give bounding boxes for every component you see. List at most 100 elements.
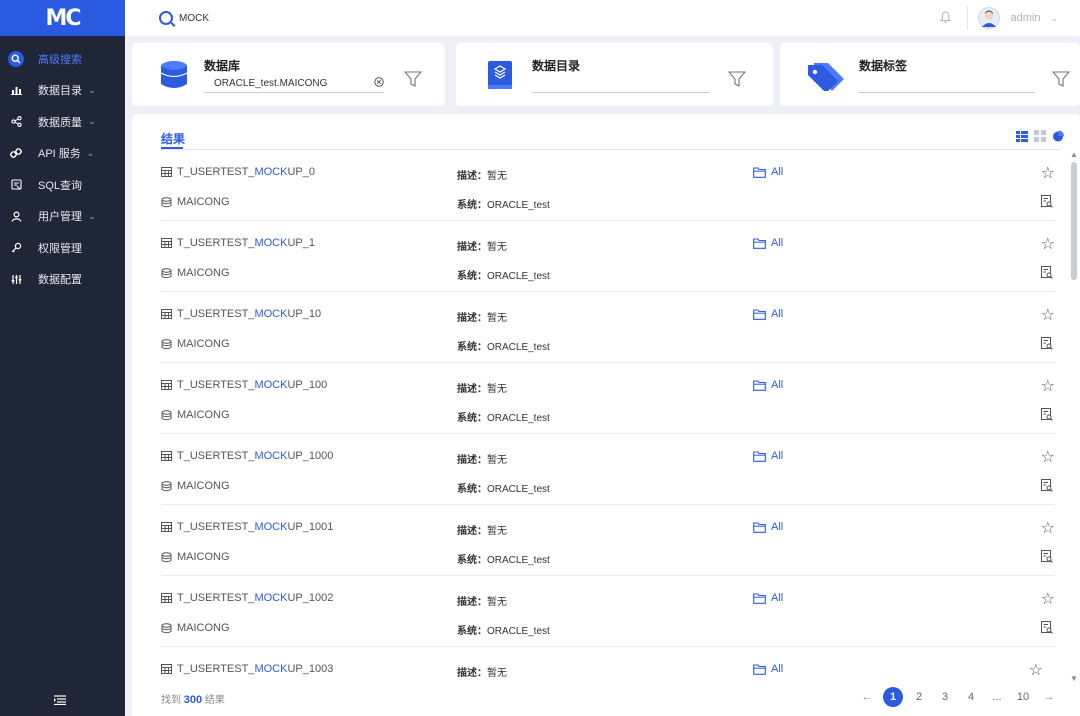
results-scrollbar[interactable]: ▲ ▼ [1070,150,1078,683]
list-view-icon[interactable] [1016,130,1028,142]
view-details-icon[interactable] [1041,195,1053,208]
page-ellipsis[interactable]: ... [984,691,1010,703]
sidebar-item-permission-management[interactable]: 权限管理 [0,232,125,264]
scroll-down-icon[interactable]: ▼ [1070,674,1078,683]
table-name-link[interactable]: T_USERTEST_ MOCK UP_10 [161,308,321,320]
catalog-link[interactable]: All [753,663,783,675]
sidebar-item-advanced-search[interactable]: 高级搜索 [0,43,125,75]
catalog-link[interactable]: All [753,166,783,178]
next-page-button[interactable]: → [1036,691,1062,703]
database-label: MAICONG [177,551,230,563]
catalog-link[interactable]: All [753,237,783,249]
table-name-link[interactable]: T_USERTEST_ MOCK UP_1 [161,237,315,249]
table-name-suffix: UP_0 [287,166,315,178]
menu-collapse-icon[interactable] [54,692,66,708]
chevron-down-icon[interactable]: ⌄ [1050,13,1058,24]
catalog-link[interactable]: All [753,592,783,604]
sidebar-item-data-config[interactable]: 数据配置 [0,264,125,296]
list-item[interactable]: T_USERTEST_ MOCK UP_10 MAICONG 描述：暂无 系统：OR… [161,292,1055,363]
database-label: MAICONG [177,338,230,350]
sidebar-item-user-management[interactable]: 用户管理 ⌄ [0,201,125,233]
sidebar-item-label: 权限管理 [38,242,82,255]
tab-results[interactable]: 结果 [161,130,185,147]
catalog-link[interactable]: All [753,521,783,533]
sidebar-item-data-quality[interactable]: 数据质量 ⌄ [0,106,125,138]
app-logo[interactable]: MC [0,0,125,36]
description: 描述：暂无 [457,238,507,253]
star-icon[interactable]: ☆ [1041,234,1055,254]
link-icon [8,145,24,161]
table-name-link[interactable]: T_USERTEST_ MOCK UP_100 [161,379,327,391]
page-button[interactable]: 4 [958,691,984,703]
table-icon [161,309,172,319]
system: 系统：ORACLE_test [457,338,550,353]
catalog-filter-input[interactable] [532,75,710,93]
table-icon [161,593,172,603]
sidebar-item-api-service[interactable]: API 服务 ⌄ [0,138,125,170]
list-item[interactable]: T_USERTEST_ MOCK UP_1003 描述：暂无 All ☆ [161,647,1055,683]
filter-funnel-icon[interactable] [1052,70,1070,88]
list-item[interactable]: T_USERTEST_ MOCK UP_100 MAICONG 描述：暂无 系统：O… [161,363,1055,434]
system-value: ORACLE_test [487,555,550,566]
view-details-icon[interactable] [1041,408,1053,421]
avatar[interactable] [978,7,1001,29]
username[interactable]: admin [1010,12,1040,24]
catalog-label: All [771,592,784,604]
view-details-icon[interactable] [1041,337,1053,350]
table-name-highlight: MOCK [254,450,288,462]
page-button[interactable]: 2 [906,691,932,703]
star-icon[interactable]: ☆ [1041,447,1055,467]
sidebar-item-data-catalog[interactable]: 数据目录 ⌄ [0,75,125,107]
database-name: MAICONG [161,338,230,350]
tags-filter-input[interactable] [858,75,1034,93]
list-item[interactable]: T_USERTEST_ MOCK UP_1 MAICONG 描述：暂无 系统：ORA… [161,221,1055,292]
table-name-highlight: MOCK [254,592,288,604]
description: 描述：暂无 [457,593,507,608]
scroll-up-icon[interactable]: ▲ [1070,150,1078,159]
catalog-link[interactable]: All [753,308,783,320]
catalog-link[interactable]: All [753,379,783,391]
bell-icon[interactable] [940,10,952,26]
page-button-last[interactable]: 10 [1010,691,1036,703]
view-details-icon[interactable] [1041,550,1053,563]
list-item[interactable]: T_USERTEST_ MOCK UP_1002 MAICONG 描述：暂无 系统：… [161,576,1055,647]
star-icon[interactable]: ☆ [1041,589,1055,609]
page-button-current[interactable]: 1 [883,687,903,707]
list-item[interactable]: T_USERTEST_ MOCK UP_1000 MAICONG 描述：暂无 系统：… [161,434,1055,505]
clear-icon[interactable] [374,77,384,90]
star-icon[interactable]: ☆ [1041,305,1055,325]
system-value: ORACLE_test [487,342,550,353]
pie-chart-view-icon[interactable] [1052,130,1064,142]
database-icon [161,267,172,278]
table-name-link[interactable]: T_USERTEST_ MOCK UP_1000 [161,450,333,462]
star-icon[interactable]: ☆ [1041,376,1055,396]
star-icon[interactable]: ☆ [1029,660,1043,680]
system: 系统：ORACLE_test [457,267,550,282]
view-details-icon[interactable] [1041,479,1053,492]
database-icon [160,61,188,88]
filter-funnel-icon[interactable] [404,70,422,88]
view-details-icon[interactable] [1041,621,1053,634]
view-details-icon[interactable] [1041,266,1053,279]
table-name-link[interactable]: T_USERTEST_ MOCK UP_1002 [161,592,333,604]
table-name-link[interactable]: T_USERTEST_ MOCK UP_0 [161,166,315,178]
chevron-down-icon: ⌄ [88,84,96,95]
search-icon[interactable] [159,11,173,25]
global-search-input[interactable] [179,12,779,24]
database-label: MAICONG [177,409,230,421]
star-icon[interactable]: ☆ [1041,518,1055,538]
star-icon[interactable]: ☆ [1041,163,1055,183]
grid-view-icon[interactable] [1034,130,1046,142]
table-name-link[interactable]: T_USERTEST_ MOCK UP_1001 [161,521,333,533]
database-icon [161,551,172,562]
list-item[interactable]: T_USERTEST_ MOCK UP_1001 MAICONG 描述：暂无 系统：… [161,505,1055,576]
list-item[interactable]: T_USERTEST_ MOCK UP_0 MAICONG 描述：暂无 系统：ORA… [161,150,1055,221]
table-name-link[interactable]: T_USERTEST_ MOCK UP_1003 [161,663,333,675]
prev-page-button[interactable]: ← [854,691,880,703]
filter-funnel-icon[interactable] [728,70,746,88]
catalog-link[interactable]: All [753,450,783,462]
page-button[interactable]: 3 [932,691,958,703]
scroll-thumb[interactable] [1071,162,1077,280]
sidebar-item-sql-query[interactable]: SQL查询 [0,169,125,201]
database-filter-input[interactable]: ORACLE_test.MAICONG [204,75,384,93]
